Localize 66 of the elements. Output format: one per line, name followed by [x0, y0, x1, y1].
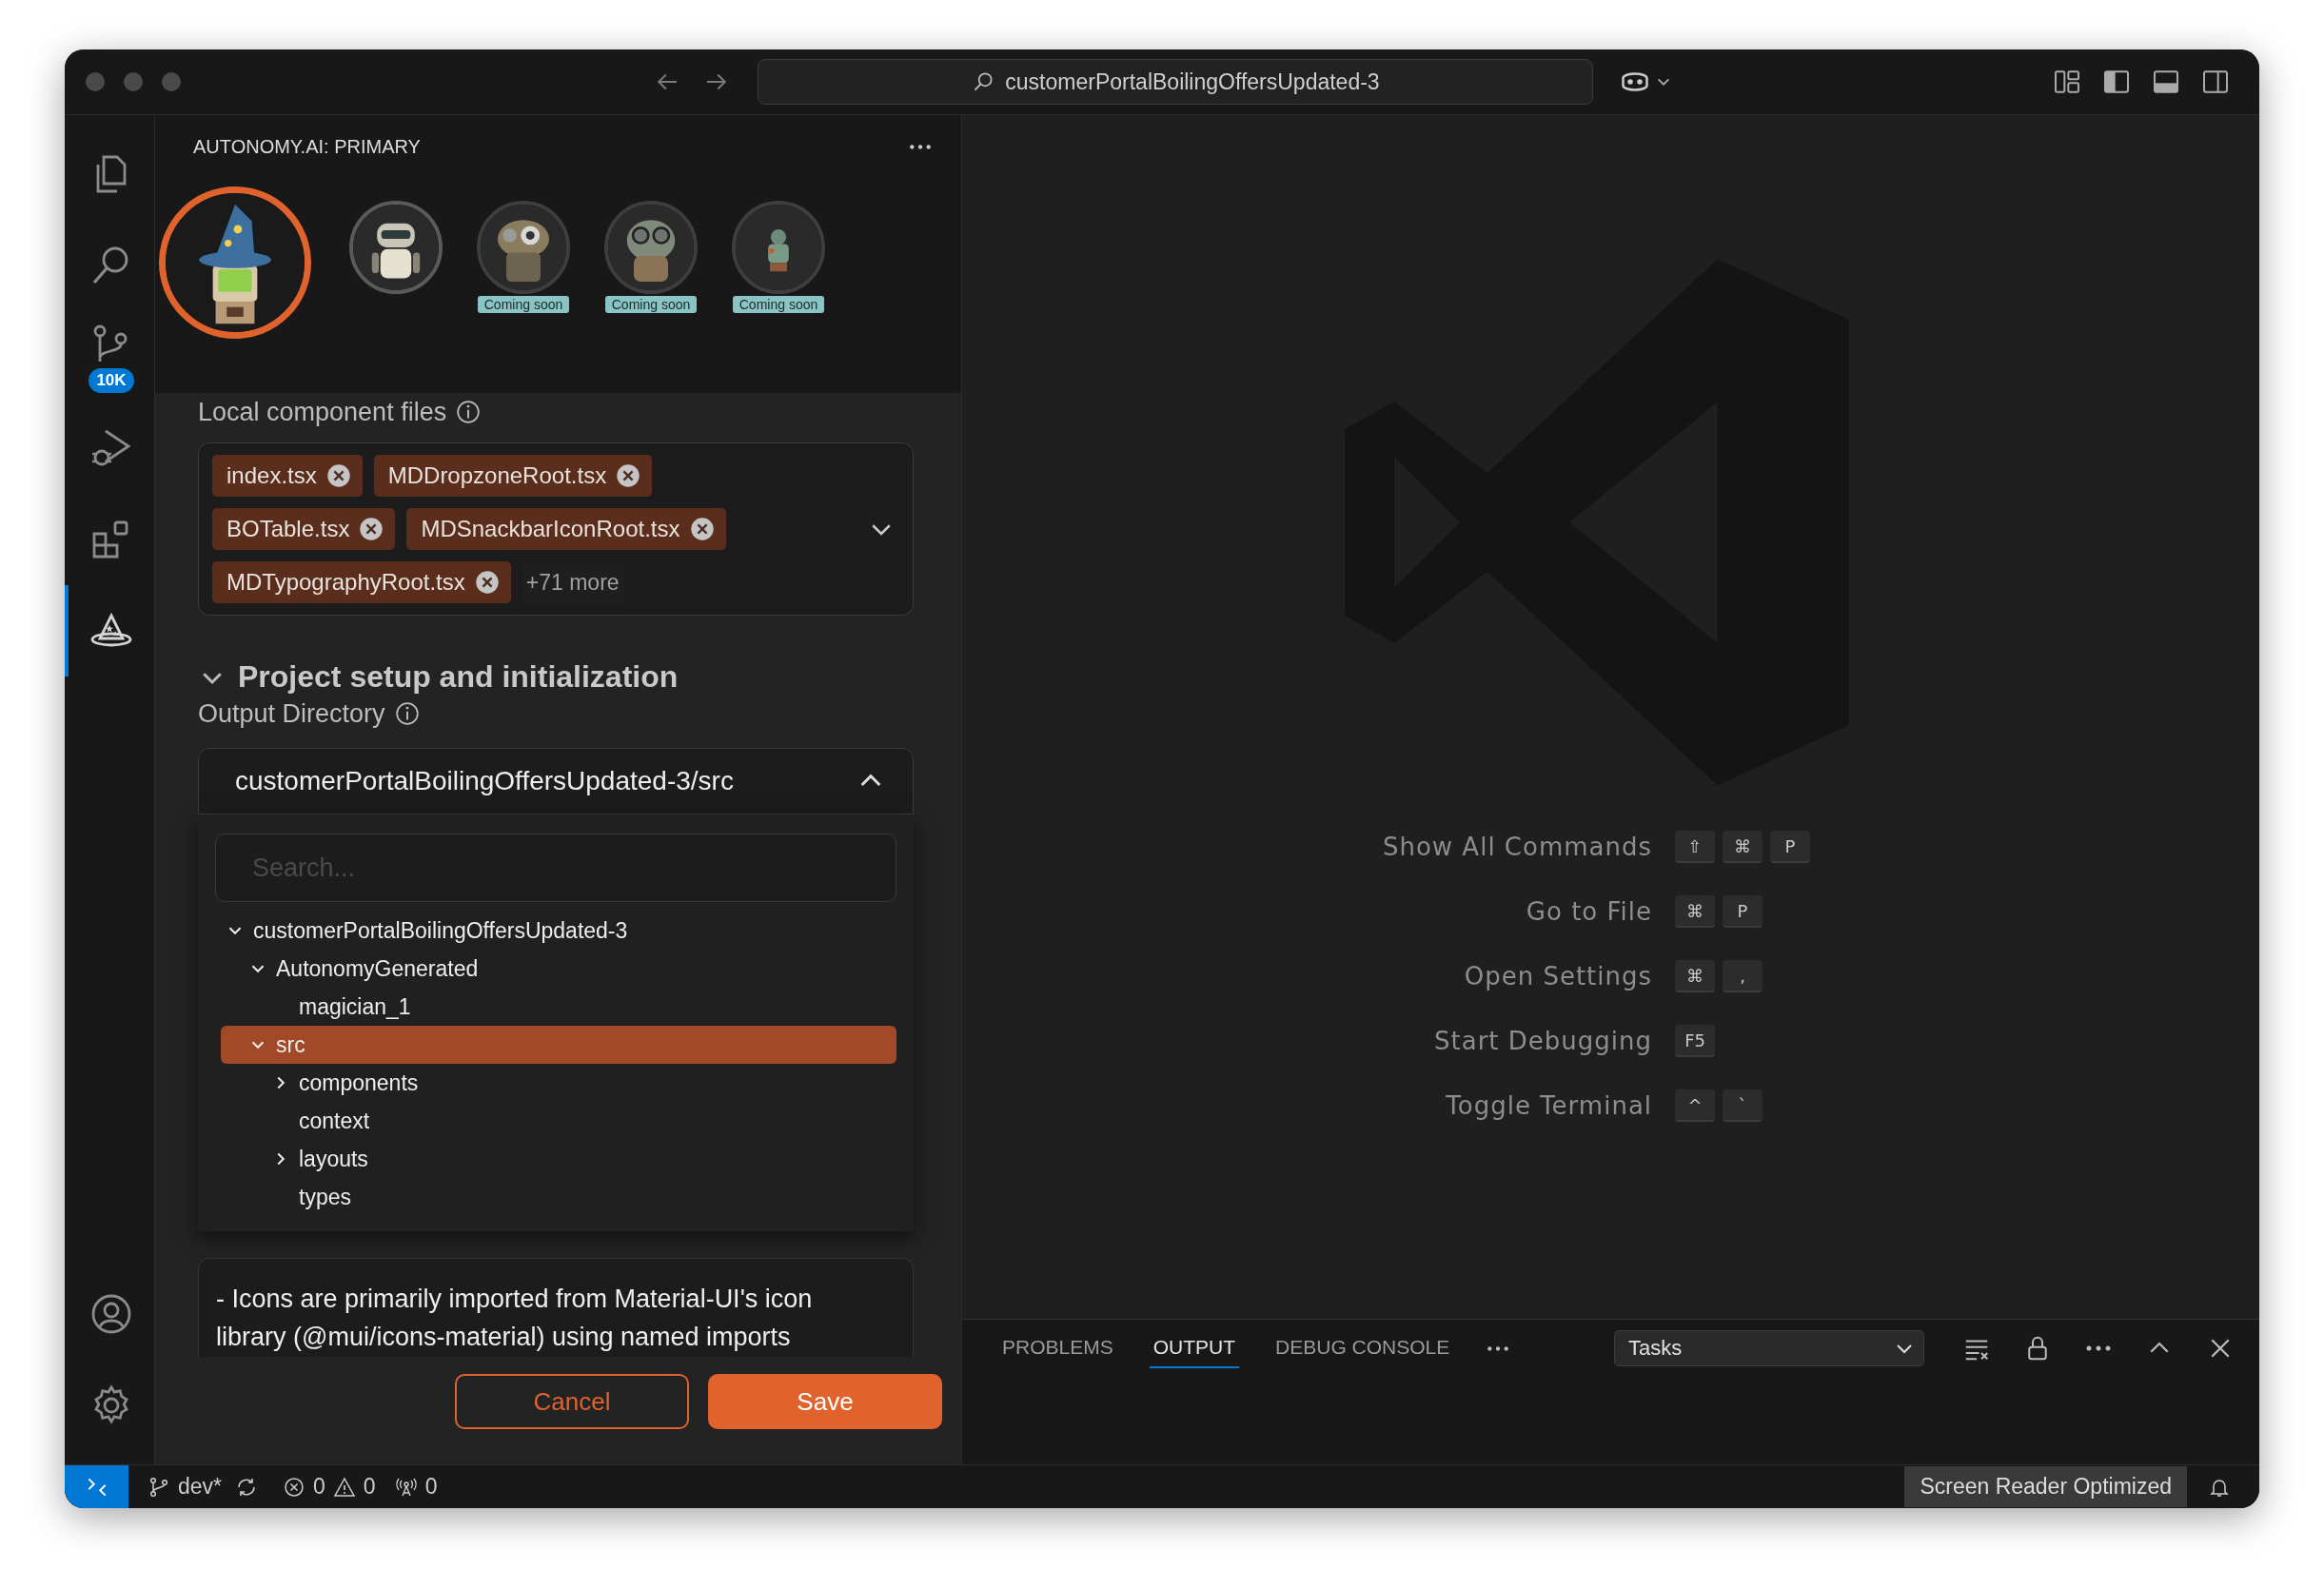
tree-item[interactable]: magician_1: [221, 988, 896, 1026]
shortcut-label: Show All Commands: [1382, 833, 1653, 861]
keyboard-key: ^: [1675, 1089, 1716, 1122]
file-chip[interactable]: BOTable.tsx: [212, 508, 396, 550]
panel-title: AUTONOMY.AI: PRIMARY: [193, 136, 421, 158]
branch-status[interactable]: dev*: [148, 1474, 223, 1500]
file-multi-select[interactable]: index.tsx MDDropzoneRoot.tsx BOTable.tsx MDSnackbarIconRoot.tsx MDTypographyRoot.tsx +71 more: [198, 442, 914, 616]
activity-item[interactable]: 10K: [65, 311, 155, 402]
keyboard-key: F5: [1675, 1025, 1716, 1057]
branch-icon: [148, 1475, 170, 1499]
field-label: Output Directory: [198, 698, 385, 729]
keyboard-key: ⇧: [1675, 831, 1716, 863]
file-chip[interactable]: index.tsx: [212, 455, 363, 497]
status-badge: Coming soon: [604, 296, 698, 313]
remote-button[interactable]: [65, 1465, 128, 1508]
panel-tab[interactable]: DEBUG CONSOLE: [1271, 1328, 1454, 1368]
keyboard-key: ⌘: [1675, 960, 1716, 992]
more-icon[interactable]: [1486, 1344, 1511, 1353]
tree-item[interactable]: src: [221, 1026, 896, 1064]
keyboard-key: ,: [1723, 960, 1763, 992]
cancel-button[interactable]: Cancel: [455, 1374, 689, 1429]
keyboard-key: P: [1723, 895, 1763, 928]
tree-item[interactable]: components: [221, 1064, 896, 1102]
count-badge: 10K: [89, 367, 134, 393]
notes-textarea[interactable]: - Icons are primarily imported from Material-UI's icon library (@mui/icons-material) using named imports: [198, 1258, 914, 1357]
tree-item[interactable]: context: [221, 1102, 896, 1140]
tree-item[interactable]: layouts: [221, 1140, 896, 1178]
file-chip[interactable]: MDDropzoneRoot.tsx: [373, 455, 653, 497]
problems-status[interactable]: 0 0: [283, 1474, 376, 1500]
shortcut-label: Start Debugging: [1434, 1027, 1653, 1055]
save-button[interactable]: Save: [708, 1374, 942, 1429]
directory-select[interactable]: customerPortalBoilingOffersUpdated-3/src: [198, 748, 914, 814]
keyboard-key: P: [1770, 831, 1811, 863]
remove-icon[interactable]: [325, 463, 351, 488]
tree-item[interactable]: types: [221, 1178, 896, 1216]
more-icon[interactable]: [908, 143, 933, 151]
error-icon: [283, 1475, 306, 1499]
info-icon[interactable]: [456, 400, 482, 424]
file-chip[interactable]: MDTypographyRoot.tsx: [212, 561, 511, 603]
status-badge: Coming soon: [732, 296, 825, 313]
tree-item[interactable]: AutonomyGenerated: [221, 950, 896, 988]
status-badge: Coming soon: [477, 296, 570, 313]
file-chip[interactable]: MDSnackbarIconRoot.tsx: [406, 508, 726, 550]
remove-icon[interactable]: [689, 517, 715, 541]
remove-icon[interactable]: [616, 463, 641, 488]
keyboard-key: ⌘: [1723, 831, 1763, 863]
section-header[interactable]: Project setup and initialization: [198, 659, 933, 695]
shortcut-label: Open Settings: [1464, 962, 1653, 991]
panel-tab[interactable]: PROBLEMS: [998, 1328, 1117, 1368]
warning-icon: [332, 1475, 356, 1499]
tree-item[interactable]: customerPortalBoilingOffersUpdated-3: [221, 912, 896, 950]
agent-avatar[interactable]: [159, 186, 311, 339]
workspace-name: customerPortalBoilingOffersUpdated-3: [1005, 69, 1380, 95]
ports-status[interactable]: 0: [394, 1474, 438, 1500]
output-channel-dropdown[interactable]: Tasks: [1614, 1330, 1924, 1366]
command-center-search[interactable]: customerPortalBoilingOffersUpdated-3: [758, 59, 1593, 105]
field-label: Local component files: [198, 397, 447, 427]
keyboard-key: `: [1723, 1089, 1763, 1122]
info-icon[interactable]: [394, 701, 420, 726]
keyboard-key: ⌘: [1675, 895, 1716, 928]
shortcut-label: Go to File: [1526, 897, 1653, 926]
remove-icon[interactable]: [359, 517, 384, 541]
shortcut-label: Toggle Terminal: [1446, 1091, 1653, 1120]
screen-reader-status[interactable]: Screen Reader Optimized: [1904, 1466, 2187, 1507]
remove-icon[interactable]: [474, 570, 500, 595]
panel-tab[interactable]: OUTPUT: [1149, 1328, 1240, 1368]
